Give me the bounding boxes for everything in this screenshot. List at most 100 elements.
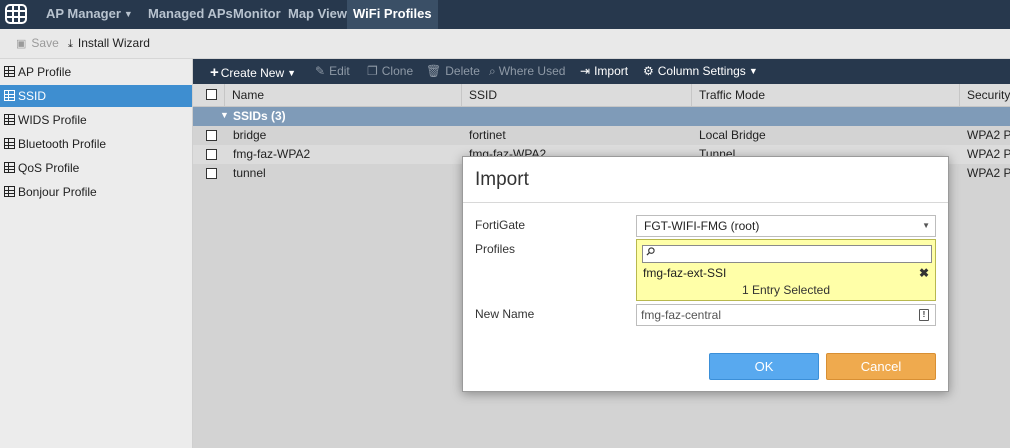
column-header-security[interactable]: Security [967,88,1010,102]
sidebar-item-label: AP Profile [18,65,72,79]
sidebar-item-wids-profile[interactable]: WIDS Profile [0,109,192,131]
row-checkbox[interactable] [206,149,217,160]
pencil-icon: ✎ [315,64,326,78]
caret-down-icon: ▼ [922,221,930,230]
profiles-search-input[interactable] [642,245,932,263]
sidebar: AP Profile SSID WIDS Profile Bluetooth P… [0,59,193,448]
chevron-down-icon: ▼ [123,9,133,19]
sidebar-item-qos-profile[interactable]: QoS Profile [0,157,192,179]
table-row[interactable]: bridge fortinet Local Bridge WPA2 P [193,126,1010,145]
new-name-value: fmg-faz-central [641,308,722,322]
selected-profile-item: fmg-faz-ext-SSI [643,266,727,280]
fortigate-label: FortiGate [475,218,526,232]
import-label: Import [594,64,629,78]
create-new-label: Create New [220,66,285,80]
install-icon: ⤓ [68,38,73,50]
group-header-ssids[interactable]: ▼ SSIDs (3) [193,107,1010,126]
column-header-traffic-mode[interactable]: Traffic Mode [699,88,765,102]
column-divider [224,84,225,106]
import-dialog: Import FortiGate FGT-WIFI-FMG (root) ▼ P… [462,156,949,392]
sidebar-item-label: Bluetooth Profile [18,137,107,151]
gear-icon: ⚙ [643,64,654,78]
top-nav-bar: AP Manager ▼ Managed APs Monitor Map View… [0,0,1010,29]
table-icon [4,186,15,197]
delete-button[interactable]: 🗑 Delete [426,64,480,78]
table-icon [4,114,15,125]
column-divider [959,84,960,106]
search-icon [646,247,655,256]
new-name-input[interactable]: fmg-faz-central ! [636,304,936,326]
profiles-label: Profiles [475,242,516,256]
cell-name: bridge [233,128,267,142]
cell-security: WPA2 P [967,147,1010,161]
table-icon [4,66,15,77]
fortigate-select[interactable]: FGT-WIFI-FMG (root) ▼ [636,215,936,237]
where-used-button[interactable]: ⌕ Where Used [489,64,565,79]
cancel-button[interactable]: Cancel [826,353,936,380]
row-checkbox[interactable] [206,168,217,179]
sidebar-item-label: WIDS Profile [18,113,87,127]
table-icon [4,90,15,101]
field-info-icon[interactable]: ! [919,309,929,321]
selected-count: 1 Entry Selected [741,283,831,297]
nav-map-view[interactable]: Map View [288,0,347,29]
chevron-down-icon: ▼ [287,68,297,78]
ok-button[interactable]: OK [709,353,819,380]
create-new-button[interactable]: + Create New ▼ [210,64,296,81]
cell-name: fmg-faz-WPA2 [233,147,311,161]
sidebar-item-ssid[interactable]: SSID [0,85,192,107]
sidebar-item-bluetooth-profile[interactable]: Bluetooth Profile [0,133,192,155]
import-icon: ⇥ [580,64,591,78]
row-checkbox[interactable] [206,130,217,141]
sidebar-item-ap-profile[interactable]: AP Profile [0,61,192,83]
grid-logo-icon[interactable] [4,3,28,25]
sidebar-item-bonjour-profile[interactable]: Bonjour Profile [0,181,192,203]
profiles-multiselect[interactable]: fmg-faz-ext-SSI ✖ 1 Entry Selected [636,239,936,301]
column-header-name[interactable]: Name [232,88,264,102]
main-toolbar: ▣ Save ⤓ Install Wizard [0,29,1010,59]
where-used-label: Where Used [498,64,566,78]
install-label: Install Wizard [77,36,150,50]
select-all-checkbox[interactable] [206,89,217,100]
chevron-down-icon: ▼ [748,66,758,76]
nav-monitor[interactable]: Monitor [233,0,281,29]
table-header: Name SSID Traffic Mode Security [193,84,1010,107]
group-label: SSIDs (3) [233,109,286,123]
cell-security: WPA2 P [967,166,1010,180]
dialog-title: Import [475,169,529,190]
table-icon [4,138,15,149]
column-divider [691,84,692,106]
floppy-icon: ▣ [16,38,27,50]
nav-ap-manager[interactable]: AP Manager ▼ [46,0,133,29]
delete-label: Delete [445,64,480,78]
save-label: Save [31,36,59,50]
install-wizard-button[interactable]: ⤓ Install Wizard [68,36,150,51]
clone-button[interactable]: ❐ Clone [367,64,413,78]
table-icon [4,162,15,173]
sidebar-item-label: QoS Profile [18,161,80,175]
nav-label: AP Manager [46,6,121,21]
remove-x-icon[interactable]: ✖ [919,266,929,280]
list-toolbar: + Create New ▼ ✎ Edit ❐ Clone 🗑 Delete ⌕ Where… [193,59,1010,84]
nav-managed-aps[interactable]: Managed APs [148,0,233,29]
cell-name: tunnel [233,166,266,180]
search-icon: ⌕ [489,64,496,78]
import-button[interactable]: ⇥ Import [580,64,628,78]
nav-wifi-profiles[interactable]: WiFi Profiles [347,0,438,29]
clone-icon: ❐ [367,64,378,78]
sidebar-item-label: Bonjour Profile [18,185,97,199]
cell-security: WPA2 P [967,128,1010,142]
cell-ssid: fortinet [469,128,506,142]
clone-label: Clone [381,64,414,78]
new-name-label: New Name [475,307,535,321]
fortigate-selected-value: FGT-WIFI-FMG (root) [644,219,760,233]
save-button[interactable]: ▣ Save [16,36,59,50]
edit-button[interactable]: ✎ Edit [315,64,350,78]
dialog-divider [463,202,948,203]
caret-down-icon: ▼ [220,110,229,120]
column-header-ssid[interactable]: SSID [469,88,497,102]
column-settings-button[interactable]: ⚙ Column Settings ▼ [643,64,758,78]
column-divider [461,84,462,106]
edit-label: Edit [329,64,350,78]
cell-traffic-mode: Local Bridge [699,128,766,142]
